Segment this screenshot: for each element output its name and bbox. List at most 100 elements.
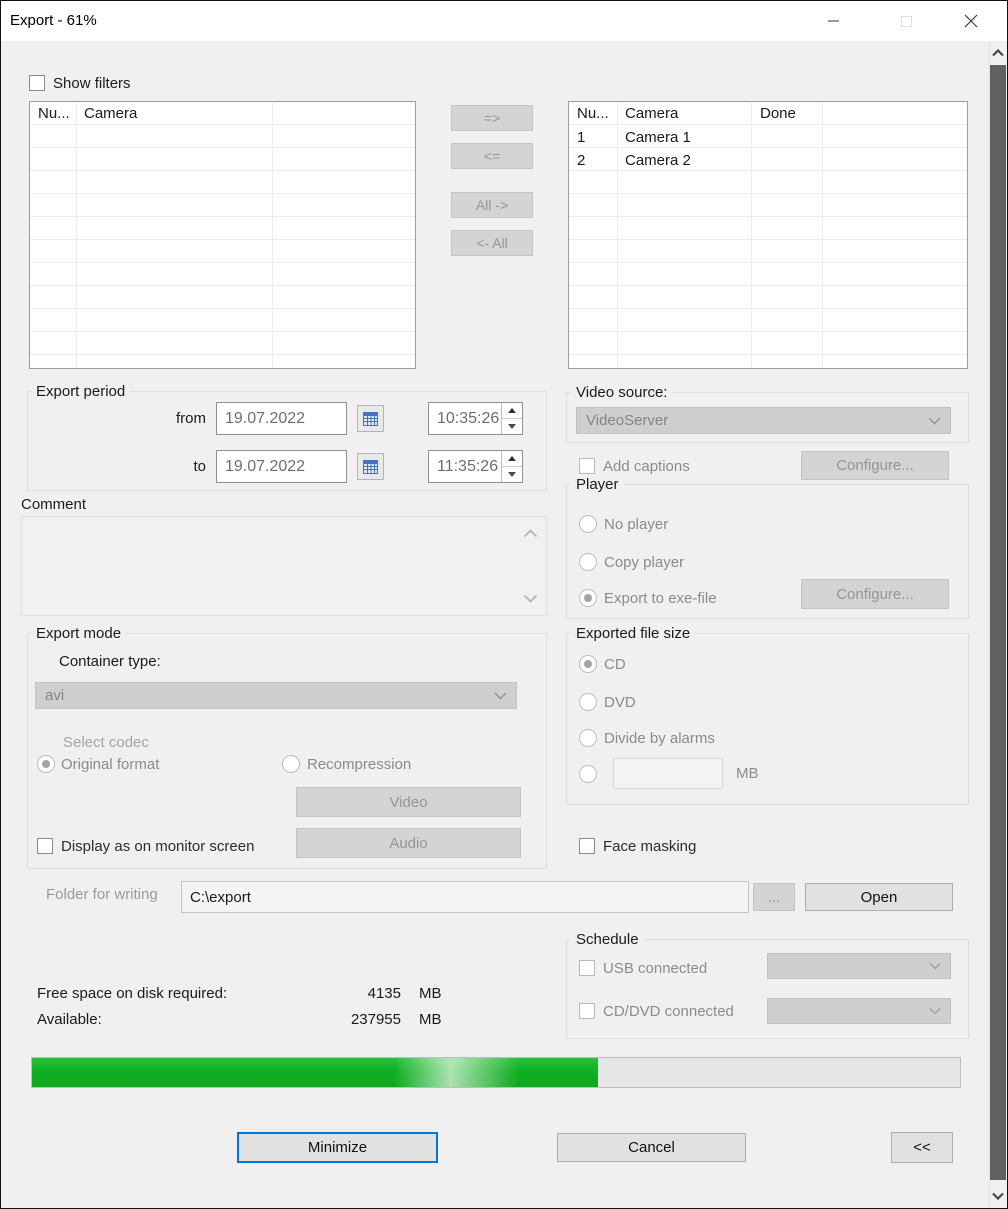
folder-path-input[interactable] — [181, 881, 749, 913]
maximize-window-icon — [883, 1, 929, 41]
free-space-required-unit: MB — [419, 985, 442, 1002]
time-spinner[interactable] — [501, 451, 522, 482]
audio-codec-button: Audio — [296, 828, 521, 858]
video-source-dropdown: VideoServer — [576, 407, 951, 434]
scroll-down-icon[interactable] — [990, 1186, 1006, 1206]
face-masking-label: Face masking — [603, 838, 697, 855]
display-as-monitor-label: Display as on monitor screen — [61, 838, 255, 855]
table-row[interactable]: 2 — [577, 149, 585, 172]
scroll-up-icon — [523, 525, 538, 542]
time-spinner[interactable] — [501, 403, 522, 434]
from-time-input[interactable]: 10:35:26 — [428, 402, 523, 435]
to-time-input[interactable]: 11:35:26 — [428, 450, 523, 483]
cd-radio — [579, 655, 597, 673]
source-col-camera[interactable]: Camera — [84, 102, 137, 126]
usb-connected-label: USB connected — [603, 960, 708, 977]
face-masking-checkbox[interactable] — [579, 838, 595, 854]
dvd-radio — [579, 693, 597, 711]
cddvd-connected-label: CD/DVD connected — [603, 1003, 734, 1020]
move-all-left-button: <- All — [451, 230, 533, 256]
table-row[interactable]: Camera 1 — [625, 126, 691, 149]
folder-for-writing-label: Folder for writing — [46, 886, 158, 903]
window-title: Export - 61% — [10, 12, 97, 29]
move-right-button: => — [451, 105, 533, 131]
container-type-label: Container type: — [59, 653, 161, 670]
dvd-label: DVD — [604, 694, 636, 711]
display-as-monitor-checkbox[interactable] — [37, 838, 53, 854]
select-codec-label: Select codec — [63, 734, 149, 751]
to-date-input[interactable] — [216, 450, 347, 483]
dest-col-camera[interactable]: Camera — [625, 102, 678, 126]
browse-folder-button: ... — [753, 883, 795, 911]
available-label: Available: — [37, 1011, 102, 1028]
open-folder-button[interactable]: Open — [805, 883, 953, 911]
table-grid-lines — [30, 102, 415, 368]
custom-size-input — [613, 758, 723, 789]
scroll-up-icon[interactable] — [990, 43, 1006, 63]
spinner-down-icon[interactable] — [502, 419, 522, 435]
cd-label: CD — [604, 656, 626, 673]
comment-textarea — [21, 516, 547, 616]
copy-player-radio — [579, 553, 597, 571]
chevron-down-icon — [494, 692, 507, 699]
vertical-scrollbar[interactable] — [989, 41, 1006, 1208]
original-format-radio — [37, 755, 55, 773]
export-mode-title: Export mode — [31, 625, 127, 642]
chevron-down-icon — [928, 417, 941, 424]
collapse-button[interactable]: << — [891, 1132, 953, 1163]
cddvd-schedule-dropdown — [767, 998, 951, 1024]
recompression-radio — [282, 755, 300, 773]
recompression-label: Recompression — [307, 756, 412, 773]
progress-fill — [32, 1058, 599, 1087]
scroll-down-icon — [523, 590, 538, 607]
copy-player-label: Copy player — [604, 554, 685, 571]
dest-col-done[interactable]: Done — [760, 102, 796, 126]
free-space-required-label: Free space on disk required: — [37, 985, 228, 1002]
minimize-button[interactable]: Minimize — [237, 1132, 438, 1163]
file-size-title: Exported file size — [571, 625, 696, 642]
spinner-up-icon[interactable] — [502, 403, 522, 419]
available-unit: MB — [419, 1011, 442, 1028]
minimize-window-icon[interactable] — [811, 1, 857, 41]
to-label: to — [193, 458, 206, 475]
export-dialog: Export - 61% Show filters Nu... Camera =… — [0, 0, 1008, 1209]
calendar-icon — [363, 459, 378, 474]
chevron-down-icon — [929, 963, 941, 970]
to-calendar-button[interactable] — [357, 453, 384, 480]
from-calendar-button[interactable] — [357, 405, 384, 432]
comment-label: Comment — [21, 496, 87, 513]
video-codec-button: Video — [296, 787, 521, 817]
export-progress-bar — [31, 1057, 961, 1088]
export-exe-label: Export to exe-file — [604, 590, 717, 607]
source-col-number[interactable]: Nu... — [38, 102, 70, 126]
divide-by-alarms-radio — [579, 729, 597, 747]
source-camera-table[interactable]: Nu... Camera — [29, 101, 416, 369]
table-row[interactable]: 1 — [577, 126, 585, 149]
cancel-button[interactable]: Cancel — [557, 1133, 746, 1162]
from-label: from — [176, 410, 206, 427]
original-format-label: Original format — [61, 756, 160, 773]
cddvd-connected-checkbox — [579, 1003, 595, 1019]
spinner-down-icon[interactable] — [502, 467, 522, 483]
usb-connected-checkbox — [579, 960, 595, 976]
close-window-icon[interactable] — [948, 1, 994, 41]
scrollbar-thumb[interactable] — [990, 65, 1006, 1180]
player-configure-button: Configure... — [801, 579, 949, 609]
schedule-title: Schedule — [571, 931, 644, 948]
video-source-title: Video source: — [571, 384, 673, 401]
from-date-input[interactable] — [216, 402, 347, 435]
add-captions-checkbox — [579, 458, 595, 474]
show-filters-label: Show filters — [53, 75, 131, 92]
table-row[interactable]: Camera 2 — [625, 149, 691, 172]
dest-col-number[interactable]: Nu... — [577, 102, 609, 126]
show-filters-checkbox[interactable] — [29, 75, 45, 91]
available-value: 237955 — [350, 1011, 401, 1028]
divide-by-alarms-label: Divide by alarms — [604, 730, 715, 747]
export-period-title: Export period — [31, 383, 131, 400]
export-exe-radio — [579, 589, 597, 607]
usb-schedule-dropdown — [767, 953, 951, 979]
selected-camera-table[interactable]: Nu... Camera Done 1 Camera 1 2 Camera 2 — [568, 101, 968, 369]
spinner-up-icon[interactable] — [502, 451, 522, 467]
add-captions-label: Add captions — [603, 458, 690, 475]
chevron-down-icon — [929, 1008, 941, 1015]
